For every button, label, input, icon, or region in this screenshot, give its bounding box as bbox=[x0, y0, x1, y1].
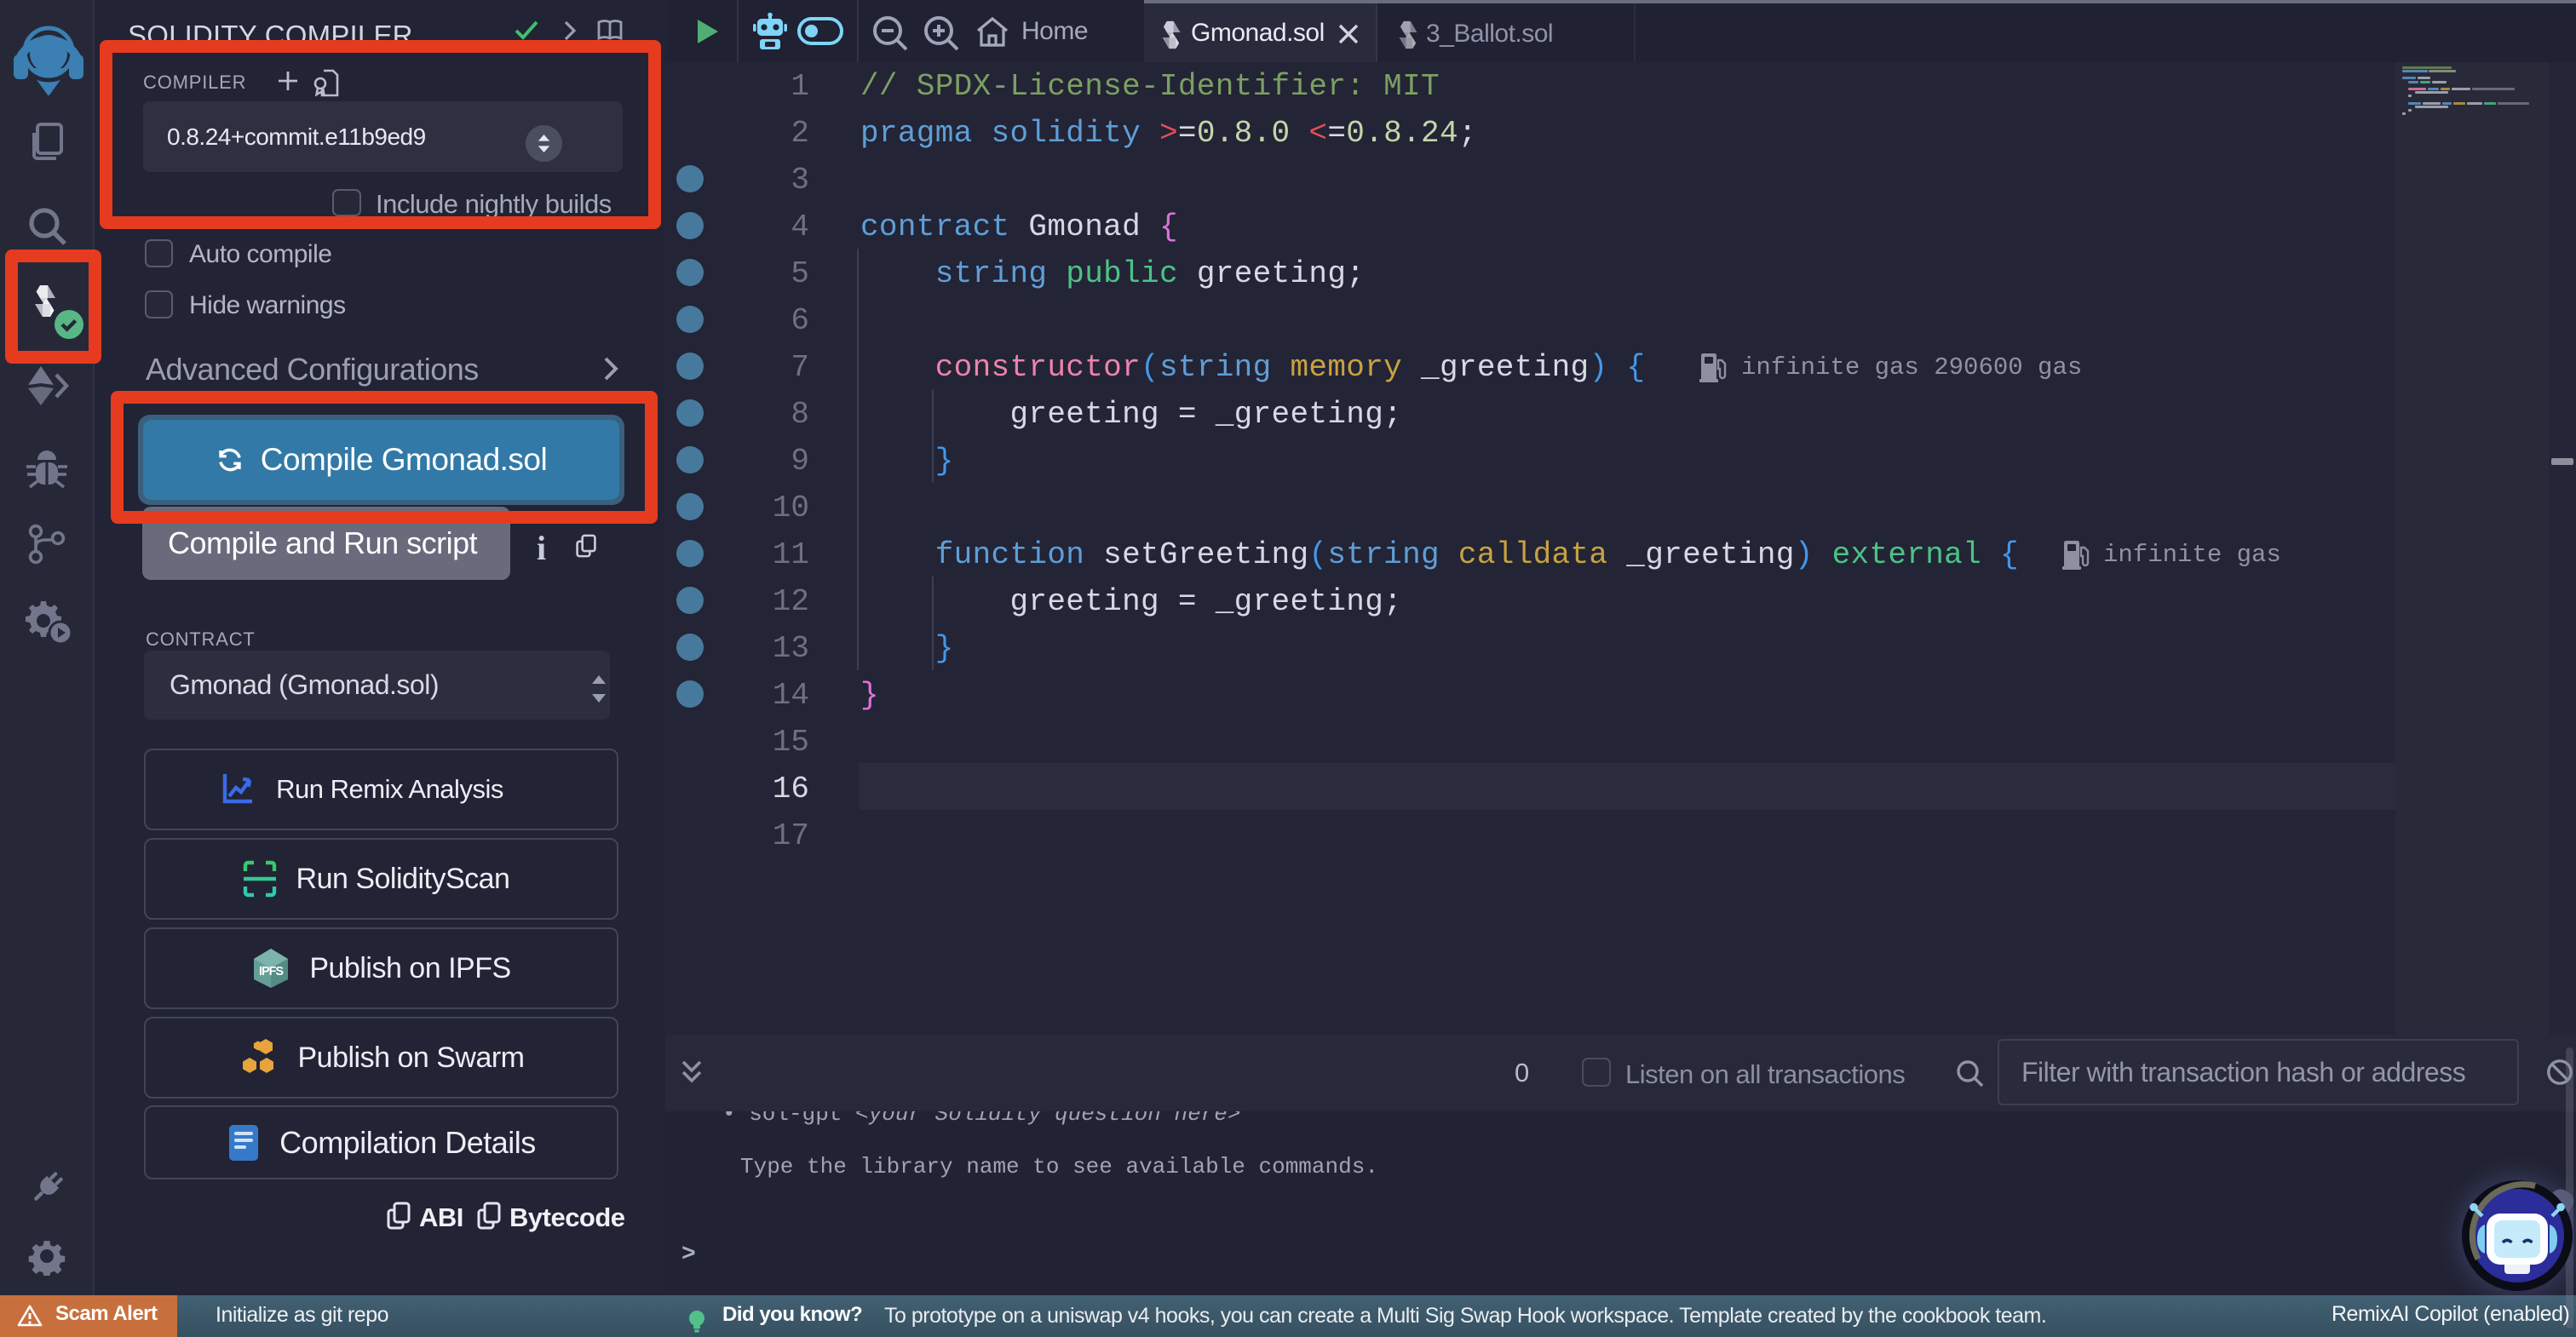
svg-text:IPFS: IPFS bbox=[259, 965, 284, 978]
